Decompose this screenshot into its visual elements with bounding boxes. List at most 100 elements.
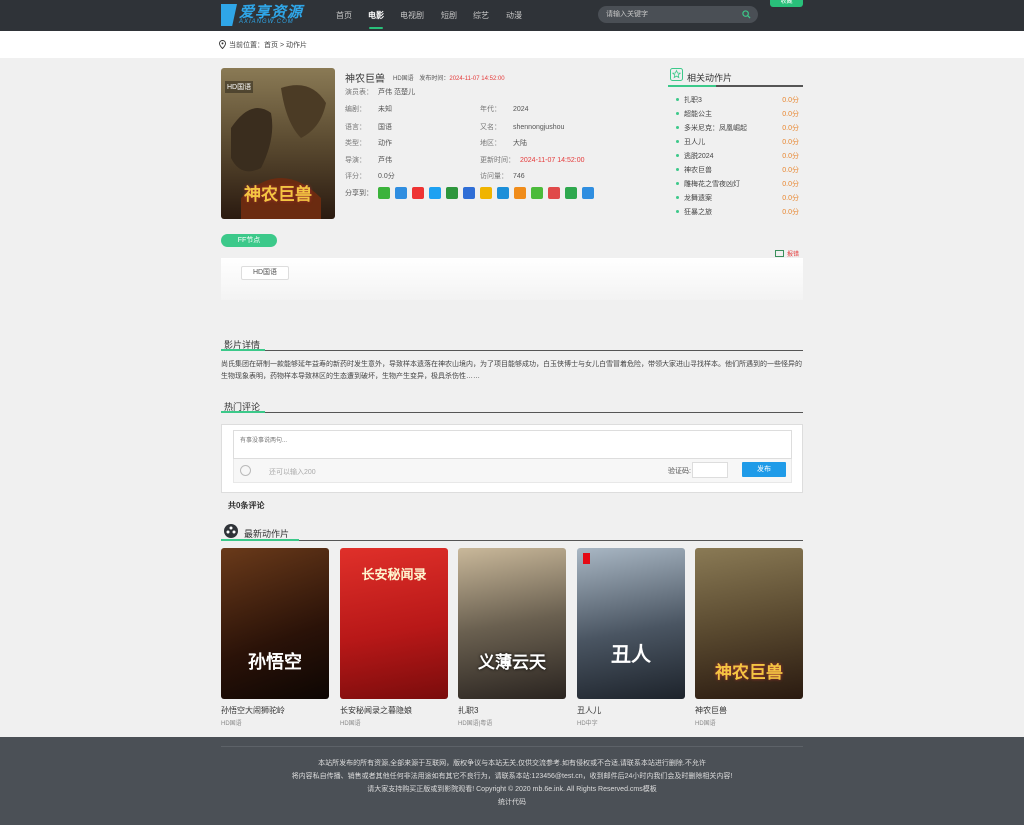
renren-icon[interactable] — [429, 187, 441, 199]
related-item-score: 0.0分 — [782, 111, 799, 118]
weibo-icon[interactable] — [412, 187, 424, 199]
footer-stats-link[interactable]: 统计代码 — [0, 797, 1024, 807]
field-value: 大陆 — [513, 140, 527, 147]
related-title: 相关动作片 — [687, 73, 733, 83]
ff-node-button[interactable]: FF节点 — [221, 234, 277, 247]
movie-poster[interactable]: HD国语 神农巨兽 — [221, 68, 335, 219]
field-value: 动作 — [378, 140, 392, 147]
search-input[interactable] — [606, 8, 736, 21]
emoji-icon[interactable] — [240, 465, 251, 476]
card-poster-art: 丑人 — [611, 642, 651, 666]
related-item-score: 0.0分 — [782, 181, 799, 188]
related-item-score: 0.0分 — [782, 139, 799, 146]
bullet-icon — [676, 98, 679, 101]
netflix-icon — [583, 553, 590, 564]
latest-accent — [221, 539, 299, 541]
details-accent — [221, 349, 265, 351]
comment-form: 还可以输入200 验证码: 发布 — [221, 424, 803, 493]
pengyou-icon[interactable] — [531, 187, 543, 199]
verify-code-label: 验证码: — [668, 468, 691, 475]
comment-toolbar: 还可以输入200 验证码: 发布 — [233, 459, 792, 483]
char-count-hint: 还可以输入200 — [269, 469, 316, 476]
release-label: 发布时间： — [419, 76, 450, 82]
info-region: 地区： 大陆 — [480, 138, 527, 148]
movie-card[interactable]: 义薄云天 扎职3 HD国语|粤语 — [458, 548, 566, 727]
related-accent — [668, 85, 716, 87]
verify-code-input[interactable] — [692, 462, 728, 478]
clover-icon[interactable] — [565, 187, 577, 199]
star-icon[interactable] — [480, 187, 492, 199]
nav-tv[interactable]: 电视剧 — [400, 10, 424, 21]
nav-variety[interactable]: 综艺 — [473, 10, 489, 21]
bullet-icon — [676, 126, 679, 129]
card-tag: HD国语|粤语 — [458, 721, 493, 727]
qzone-icon[interactable] — [463, 187, 475, 199]
comments-accent — [221, 411, 265, 413]
movie-description: 尚氏集团在研制一款能够延年益寿的新药时发生意外，导致样本遗落在神农山境内，为了项… — [221, 361, 802, 380]
field-label: 语言： — [345, 124, 366, 131]
card-poster-art: 孙悟空 — [248, 652, 302, 673]
heart-icon[interactable] — [548, 187, 560, 199]
card-title: 丑人儿 — [577, 706, 601, 715]
shine-icon[interactable] — [514, 187, 526, 199]
related-item-score: 0.0分 — [782, 195, 799, 202]
related-item-score: 0.0分 — [782, 97, 799, 104]
nav-anime[interactable]: 动漫 — [506, 10, 522, 21]
movie-card[interactable]: 孙悟空 孙悟空大闹狮驼岭 HD国语 — [221, 548, 329, 727]
bullet-icon — [676, 210, 679, 213]
douban-icon[interactable] — [446, 187, 458, 199]
card-poster-art: 义薄云天 — [478, 653, 546, 673]
movie-card[interactable]: 长安秘闻录 长安秘闻录之暮隐娘 HD国语 — [340, 548, 448, 727]
movie-card[interactable]: 神农巨兽 神农巨兽 HD国语 — [695, 548, 803, 727]
movie-card[interactable]: 丑人 丑人儿 HD中字 — [577, 548, 685, 727]
wechat-icon[interactable] — [378, 187, 390, 199]
nav-movies[interactable]: 电影 — [368, 10, 384, 21]
poster-title-art: 神农巨兽 — [244, 185, 312, 205]
info-language: 语言： 国语 — [345, 122, 392, 132]
card-poster: 义薄云天 — [458, 548, 566, 699]
nav-short[interactable]: 短剧 — [441, 10, 457, 21]
field-label: 年代： — [480, 106, 501, 113]
field-label: 地区： — [480, 140, 501, 147]
footer-line-2: 将内容私自传播、销售或者其他任何非法用途如有其它不良行为，请联系本站:12345… — [291, 773, 733, 780]
logo-mark-icon — [221, 4, 237, 26]
actors-label: 演员表： — [345, 89, 373, 96]
related-item-score: 0.0分 — [782, 125, 799, 132]
qq-icon[interactable] — [395, 187, 407, 199]
field-value: 未知 — [378, 106, 392, 113]
movie-title: 神农巨兽 — [345, 74, 385, 85]
publish-button[interactable]: 发布 — [742, 462, 786, 477]
poster-quality-badge: HD国语 — [225, 81, 254, 93]
play-source-chip[interactable]: HD国语 — [241, 266, 289, 280]
report-button[interactable]: 报错 — [775, 249, 799, 258]
details-header: 影片详情 — [221, 337, 803, 351]
plus-icon[interactable] — [582, 187, 594, 199]
info-genre: 类型： 动作 — [345, 138, 392, 148]
card-tag: HD国语 — [340, 721, 361, 727]
field-value: 芦伟 — [378, 157, 392, 164]
release-time: 2024-11-07 14:52:00 — [449, 76, 505, 82]
comment-textarea[interactable] — [233, 430, 792, 459]
footer-line-1: 本站所发布的所有资源,全部来源于互联网，版权争议与本站无关,仅供交流参考.如有侵… — [318, 760, 706, 767]
info-writer: 编剧： 未知 — [345, 104, 392, 114]
field-label: 编剧： — [345, 106, 366, 113]
search-icon[interactable] — [742, 10, 751, 19]
movie-meta-line: HD国语 发布时间：2024-11-07 14:52:00 — [393, 73, 505, 82]
site-footer: 本站所发布的所有资源,全部来源于互联网，版权争议与本站无关,仅供交流参考.如有侵… — [0, 737, 1024, 825]
collect-button[interactable]: 收藏 — [770, 0, 803, 7]
location-pin-icon — [219, 40, 226, 49]
related-item-score: 0.0分 — [782, 153, 799, 160]
info-alias: 又名： shennongjushou — [480, 122, 564, 132]
bullet-icon — [676, 154, 679, 157]
info-updated: 更新时间： 2024-11-07 14:52:00 — [480, 155, 584, 165]
pinterest-icon[interactable] — [497, 187, 509, 199]
movie-quality: HD国语 — [393, 76, 414, 82]
nav-home[interactable]: 首页 — [336, 10, 352, 21]
related-item-name: 扎职3 — [684, 97, 702, 104]
report-icon — [775, 250, 784, 257]
related-item-name: 雕梅花之雪夜凶灯 — [684, 181, 740, 188]
site-logo[interactable]: 爱享资源 AXIANGW.COM — [221, 1, 319, 29]
card-tag: HD中字 — [577, 721, 598, 727]
breadcrumb-home[interactable]: 首页 — [264, 42, 278, 49]
breadcrumb-current[interactable]: 动作片 — [286, 42, 307, 49]
